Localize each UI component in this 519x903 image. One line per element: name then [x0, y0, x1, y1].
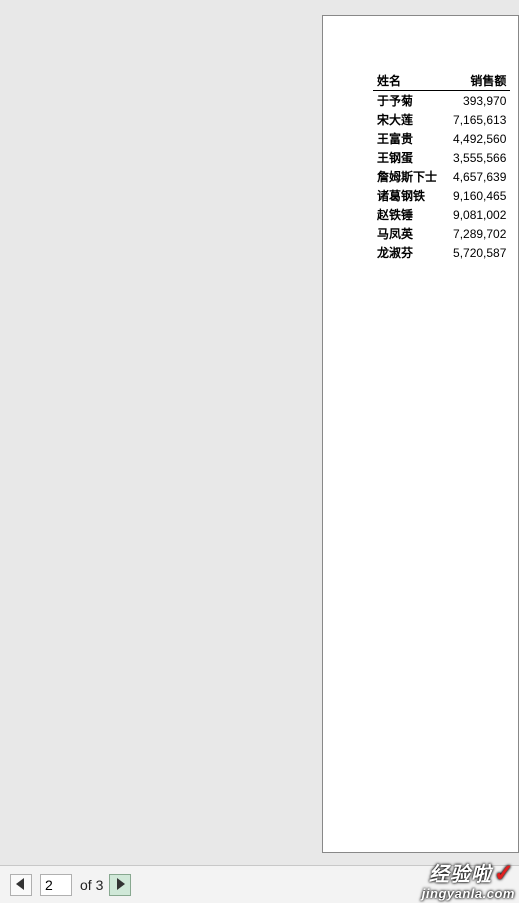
- cell-value: 7,165,613: [441, 110, 510, 129]
- table-row: 龙淑芬5,720,587: [373, 243, 510, 262]
- triangle-left-icon: [16, 877, 26, 893]
- table-row: 马凤英7,289,702: [373, 224, 510, 243]
- cell-name: 诸葛钢铁: [373, 186, 441, 205]
- table-row: 詹姆斯下士4,657,639: [373, 167, 510, 186]
- cell-name: 王富贵: [373, 129, 441, 148]
- table-row: 诸葛钢铁9,160,465: [373, 186, 510, 205]
- cell-value: 3,555,566: [441, 148, 510, 167]
- col-header-sales: 销售额: [441, 71, 510, 91]
- next-page-button[interactable]: [109, 874, 131, 896]
- table-row: 王富贵4,492,560: [373, 129, 510, 148]
- cell-name: 马凤英: [373, 224, 441, 243]
- cell-name: 龙淑芬: [373, 243, 441, 262]
- table-row: 赵铁锤9,081,002: [373, 205, 510, 224]
- table-row: 宋大莲7,165,613: [373, 110, 510, 129]
- cell-value: 393,970: [441, 91, 510, 111]
- print-preview-page: 姓名 销售额 于予菊393,970 宋大莲7,165,613 王富贵4,492,…: [322, 15, 519, 853]
- page-number-input[interactable]: [40, 874, 72, 896]
- cell-name: 宋大莲: [373, 110, 441, 129]
- cell-name: 詹姆斯下士: [373, 167, 441, 186]
- table-row: 王钢蛋3,555,566: [373, 148, 510, 167]
- triangle-right-icon: [115, 877, 125, 893]
- total-pages: 3: [96, 877, 104, 893]
- cell-value: 4,492,560: [441, 129, 510, 148]
- check-icon: ✓: [494, 860, 515, 887]
- cell-value: 9,081,002: [441, 205, 510, 224]
- of-text: of: [80, 877, 92, 893]
- prev-page-button[interactable]: [10, 874, 32, 896]
- watermark-url: jingyanla.com: [422, 886, 515, 901]
- cell-value: 4,657,639: [441, 167, 510, 186]
- page-of-label: of 3: [80, 877, 103, 893]
- table-row: 于予菊393,970: [373, 91, 510, 111]
- cell-value: 7,289,702: [441, 224, 510, 243]
- sales-table: 姓名 销售额 于予菊393,970 宋大莲7,165,613 王富贵4,492,…: [373, 71, 510, 262]
- col-header-name: 姓名: [373, 71, 441, 91]
- cell-value: 9,160,465: [441, 186, 510, 205]
- cell-value: 5,720,587: [441, 243, 510, 262]
- cell-name: 赵铁锤: [373, 205, 441, 224]
- cell-name: 王钢蛋: [373, 148, 441, 167]
- watermark: 经验啦✓ jingyanla.com: [422, 858, 515, 901]
- watermark-text: 经验啦: [429, 864, 492, 886]
- cell-name: 于予菊: [373, 91, 441, 111]
